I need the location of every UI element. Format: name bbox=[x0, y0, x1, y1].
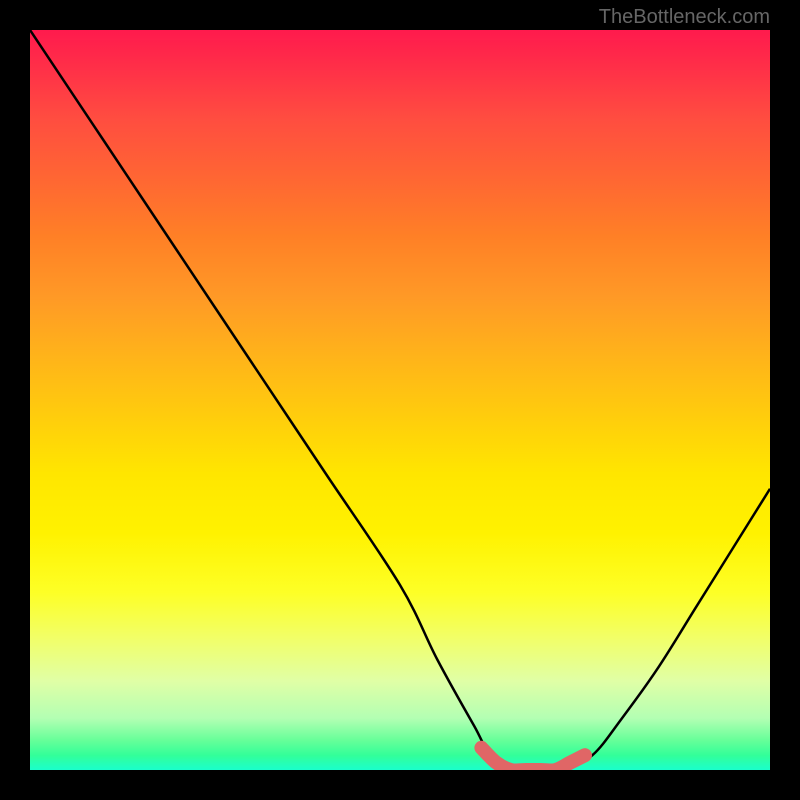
watermark-text: TheBottleneck.com bbox=[599, 6, 770, 29]
sweet-spot-marker-path bbox=[481, 748, 585, 770]
bottleneck-curve-path bbox=[30, 30, 770, 770]
bottleneck-curve-svg bbox=[30, 30, 770, 770]
chart-plot-area bbox=[30, 30, 770, 770]
